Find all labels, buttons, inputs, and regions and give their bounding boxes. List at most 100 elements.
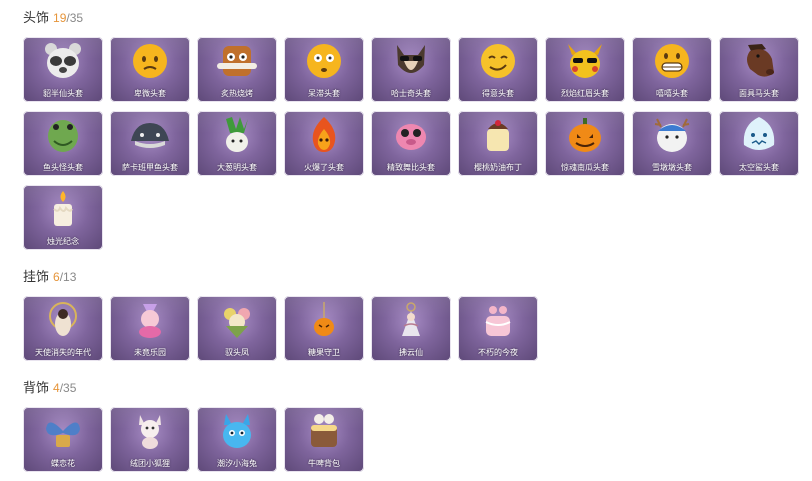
sea-bunny-icon [223, 414, 251, 448]
candy-guard-icon [314, 302, 334, 336]
item-name: 驭头凤 [225, 348, 249, 357]
snow-reindeer-icon [654, 118, 690, 152]
item-card[interactable]: 嘻嘻头套 [632, 37, 712, 102]
item-name: 炙热烧烤 [221, 89, 253, 98]
item-name: 鱼头怪头套 [43, 163, 83, 172]
item-name: 拂云仙 [399, 348, 423, 357]
item-card[interactable]: 面具马头套 [719, 37, 799, 102]
item-name: 哈士奇头套 [391, 89, 431, 98]
item-card[interactable]: 烈焰红眉头套 [545, 37, 625, 102]
item-name: 卑微头套 [134, 89, 166, 98]
item-grid-hang: 天使消失的年代 未竟乐园 驭头凤 糖果守卫 拂云仙 不朽的今夜 [23, 296, 812, 370]
item-card[interactable]: 貂半仙头套 [23, 37, 103, 102]
item-card[interactable]: 潮汐小海兔 [197, 407, 277, 472]
item-card[interactable]: 萨卡班甲鱼头套 [110, 111, 190, 176]
section-count: 19/35 [53, 11, 84, 25]
section-count: 4/35 [53, 381, 77, 395]
pink-cake-icon [485, 306, 511, 336]
item-card[interactable]: 绒团小狐狸 [110, 407, 190, 472]
item-card[interactable]: 惊魂南瓜头套 [545, 111, 625, 176]
item-grid-head: 貂半仙头套 卑微头套 炙热烧烤 呆滞头套 哈士奇头套 得意头套 烈焰红眉头套 嘻… [23, 37, 812, 259]
humble-emoji-icon [133, 44, 167, 78]
item-name: 烈焰红眉头套 [561, 89, 609, 98]
item-card[interactable]: 大葱明头套 [197, 111, 277, 176]
item-card[interactable]: 天使消失的年代 [23, 296, 103, 361]
fire-spirit-icon [312, 117, 336, 152]
item-name: 烛光纪念 [47, 237, 79, 246]
plush-fox-icon [139, 415, 161, 449]
husky-sunglasses-icon [397, 45, 425, 73]
candle-icon [53, 191, 73, 226]
item-name: 嘻嘻头套 [656, 89, 688, 98]
item-card[interactable]: 火爆了头套 [284, 111, 364, 176]
horse-head-icon [747, 44, 774, 77]
item-name: 蝶恋花 [51, 459, 75, 468]
item-name: 不朽的今夜 [478, 348, 518, 357]
fish-monster-icon [48, 120, 78, 152]
item-card[interactable]: 糖果守卫 [284, 296, 364, 361]
section-title: 头饰 [23, 10, 50, 25]
item-name: 樱桃奶油布丁 [474, 163, 522, 172]
accessory-collection: 头饰 19/35 貂半仙头套 卑微头套 炙热烧烤 呆滞头套 哈士奇头套 得意头套… [0, 10, 812, 481]
item-name: 面具马头套 [739, 89, 779, 98]
item-name: 得意头套 [482, 89, 514, 98]
item-card[interactable]: 雪墩墩头套 [632, 111, 712, 176]
item-card[interactable]: 太空鲨头套 [719, 111, 799, 176]
pink-creature-icon [396, 124, 426, 150]
dazed-emoji-icon [307, 44, 341, 78]
item-card[interactable]: 未竟乐园 [110, 296, 190, 361]
space-shark-icon [743, 117, 775, 150]
phoenix-bouquet-icon [224, 308, 250, 338]
beer-backpack-icon [311, 414, 337, 447]
paradise-doll-icon [139, 304, 161, 338]
raccoon-mask-icon [45, 43, 81, 78]
item-card[interactable]: 哈士奇头套 [371, 37, 451, 102]
item-name: 大葱明头套 [217, 163, 257, 172]
section-header-head: 头饰 19/35 [23, 10, 812, 26]
item-card[interactable]: 精致舞比头套 [371, 111, 451, 176]
item-name: 天使消失的年代 [35, 348, 91, 357]
item-name: 未竟乐园 [134, 348, 166, 357]
section-header-hang: 挂饰 6/13 [23, 269, 812, 285]
item-card[interactable]: 烛光纪念 [23, 185, 103, 250]
item-name: 萨卡班甲鱼头套 [122, 163, 178, 172]
angel-pendant-icon [49, 302, 77, 336]
item-name: 太空鲨头套 [739, 163, 779, 172]
item-name: 绒团小狐狸 [130, 459, 170, 468]
item-card[interactable]: 炙热烧烤 [197, 37, 277, 102]
section-count: 6/13 [53, 270, 77, 284]
grin-emoji-icon [655, 44, 689, 78]
section-title: 背饰 [23, 380, 50, 395]
item-card[interactable]: 樱桃奶油布丁 [458, 111, 538, 176]
cloud-fairy-icon [402, 302, 420, 336]
item-card[interactable]: 卑微头套 [110, 37, 190, 102]
section-title: 挂饰 [23, 269, 50, 284]
item-name: 牛啤背包 [308, 459, 340, 468]
item-name: 惊魂南瓜头套 [561, 163, 609, 172]
butterfly-flower-icon [46, 422, 80, 447]
item-card[interactable]: 不朽的今夜 [458, 296, 538, 361]
item-name: 貂半仙头套 [43, 89, 83, 98]
pumpkin-icon [569, 118, 601, 152]
green-onion-icon [226, 117, 248, 152]
grilled-toast-icon [217, 46, 257, 76]
item-card[interactable]: 拂云仙 [371, 296, 451, 361]
item-name: 雪墩墩头套 [652, 163, 692, 172]
item-name: 糖果守卫 [308, 348, 340, 357]
item-card[interactable]: 牛啤背包 [284, 407, 364, 472]
item-name: 精致舞比头套 [387, 163, 435, 172]
smug-emoji-icon [481, 44, 515, 78]
section-header-back: 背饰 4/35 [23, 380, 812, 396]
red-brow-mascot-icon [568, 44, 602, 78]
item-name: 潮汐小海兔 [217, 459, 257, 468]
item-card[interactable]: 得意头套 [458, 37, 538, 102]
item-name: 火爆了头套 [304, 163, 344, 172]
item-name: 呆滞头套 [308, 89, 340, 98]
item-card[interactable]: 蝶恋花 [23, 407, 103, 472]
armored-fish-icon [131, 123, 169, 148]
item-card[interactable]: 呆滞头套 [284, 37, 364, 102]
item-card[interactable]: 驭头凤 [197, 296, 277, 361]
item-grid-back: 蝶恋花 绒团小狐狸 潮汐小海兔 牛啤背包 [23, 407, 812, 481]
cream-pudding-icon [487, 120, 509, 151]
item-card[interactable]: 鱼头怪头套 [23, 111, 103, 176]
